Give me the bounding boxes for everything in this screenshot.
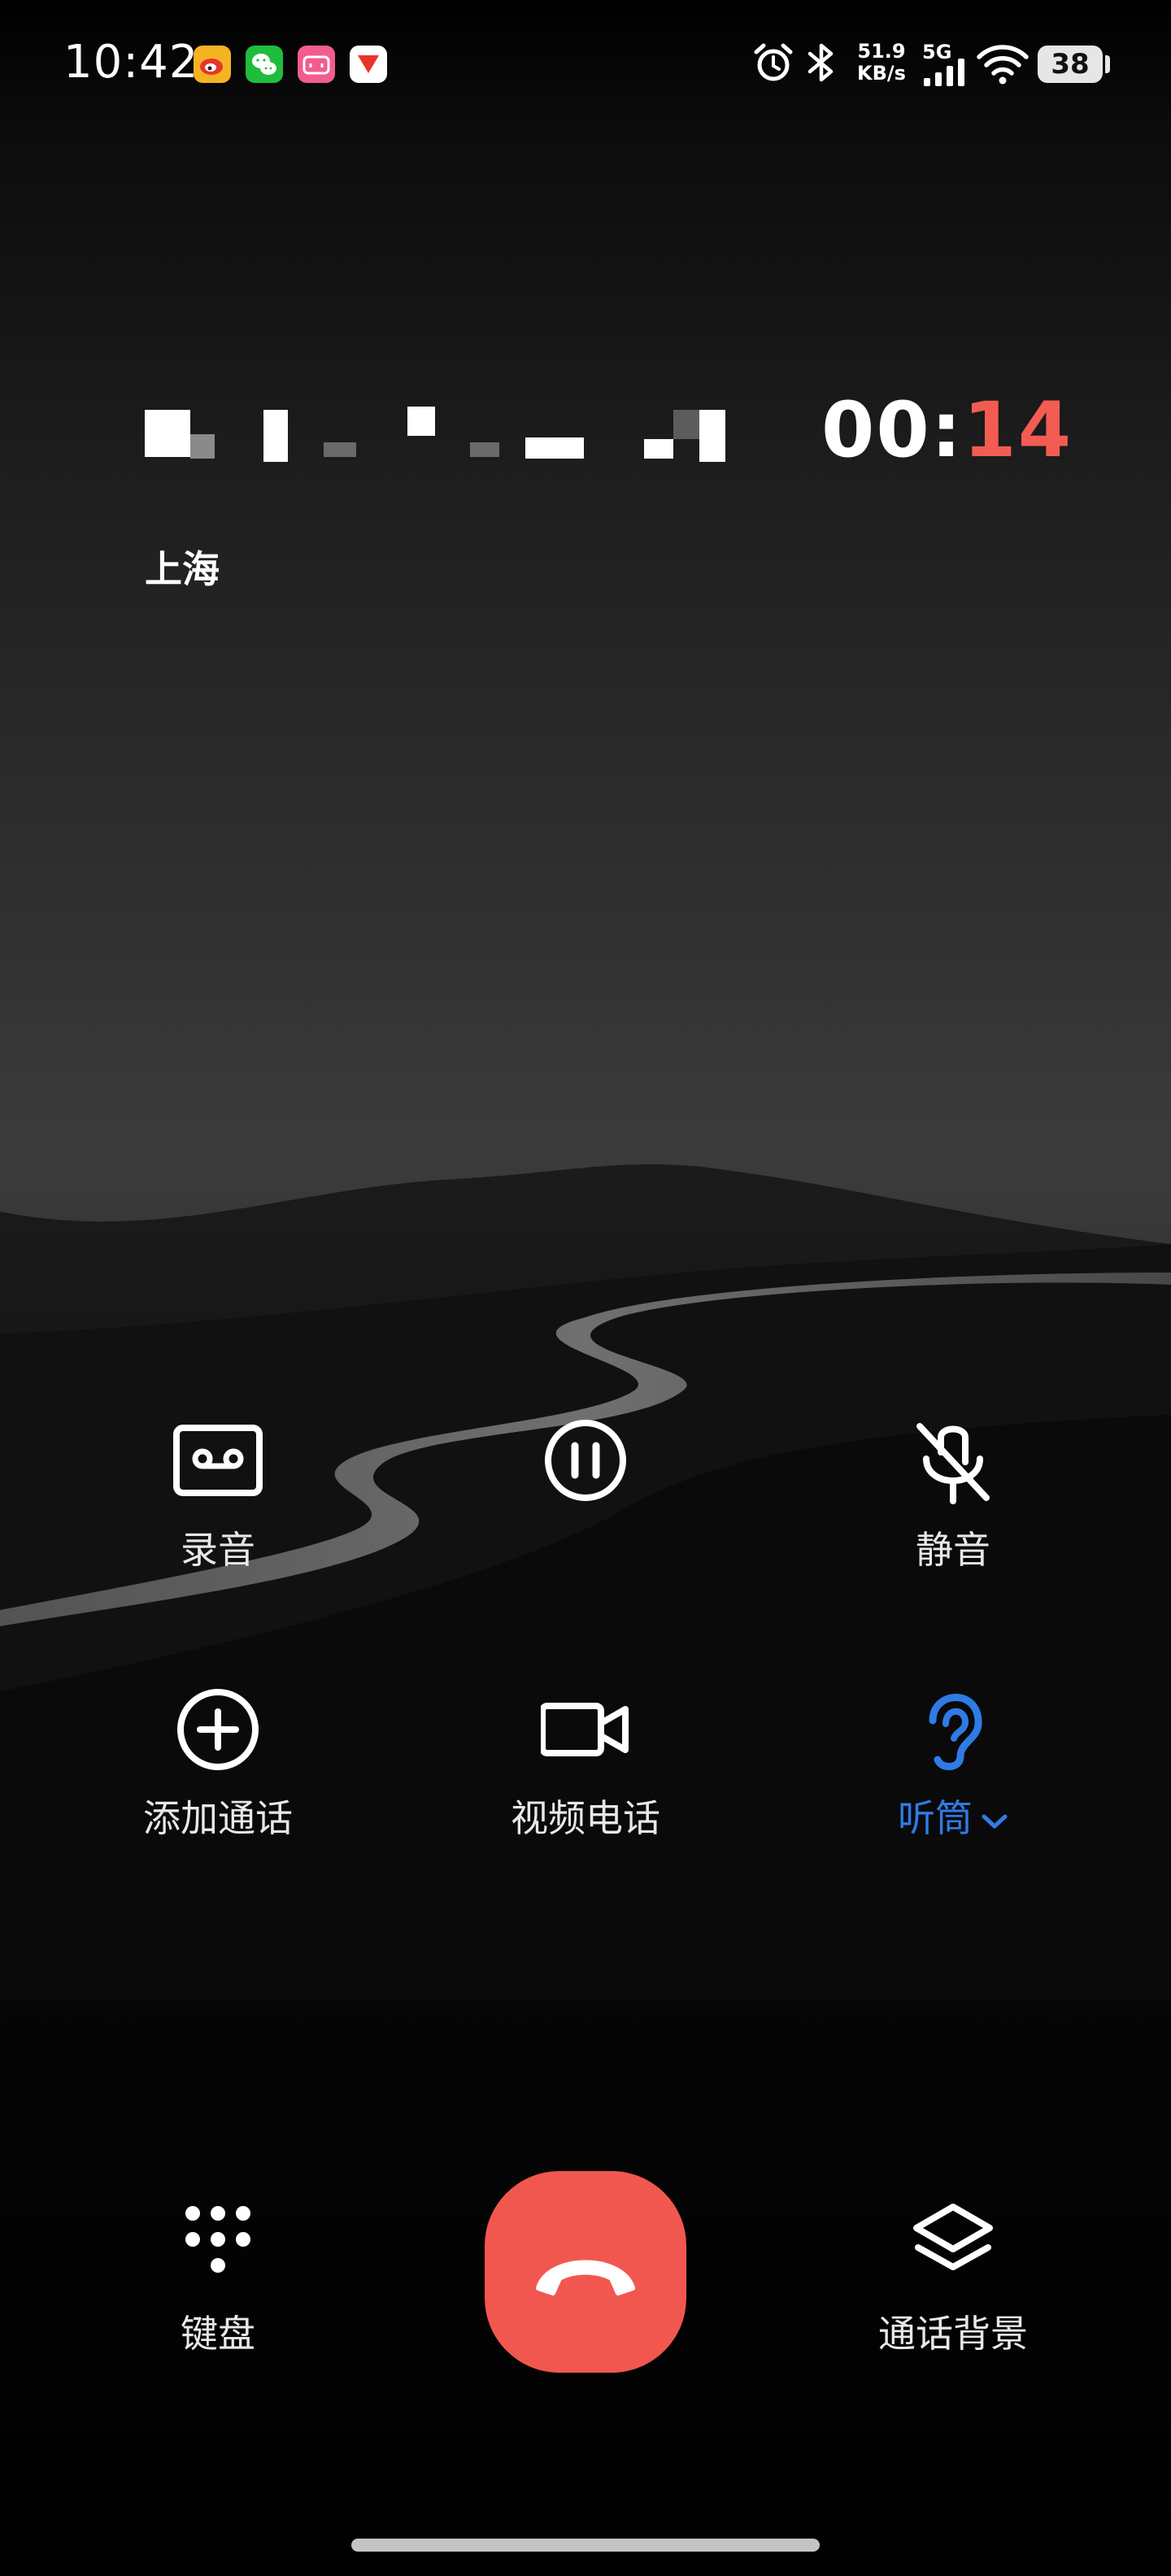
record-button[interactable]: 录音 [96, 1416, 340, 1595]
mute-label: 静音 [916, 1528, 990, 1572]
add-call-label: 添加通话 [143, 1796, 293, 1840]
bluetooth-icon [808, 43, 834, 82]
wifi-icon [977, 45, 1029, 85]
call-screen: 10:42 51.9 KB/s 5G 38 00:14 上海 录音 静音 添加通… [0, 0, 1171, 2576]
news-app-icon [350, 46, 387, 83]
pause-circle-icon [545, 1420, 626, 1501]
earpiece-label-text: 听筒 [898, 1796, 973, 1840]
dialpad-icon [185, 2206, 250, 2273]
hang-up-icon [536, 2260, 635, 2295]
bilibili-icon [298, 46, 335, 83]
video-camera-icon [541, 1703, 629, 1756]
weibo-icon [194, 46, 231, 83]
caller-number-redacted [145, 398, 730, 463]
mute-button[interactable]: 静音 [831, 1416, 1075, 1595]
chevron-down-icon [982, 1814, 1008, 1828]
battery-nub [1105, 55, 1110, 73]
hold-button[interactable] [464, 1416, 707, 1595]
record-label: 录音 [181, 1528, 255, 1572]
wechat-icon [246, 46, 283, 83]
keypad-button[interactable]: 键盘 [96, 2200, 340, 2379]
call-timer-seconds: 14 [963, 386, 1073, 475]
keypad-label: 键盘 [181, 2312, 255, 2356]
home-indicator[interactable] [351, 2539, 820, 2552]
network-speed-value: 51.9 [857, 40, 906, 63]
end-call-button[interactable] [485, 2171, 686, 2373]
layers-icon [913, 2204, 993, 2270]
earpiece-button[interactable]: 听筒 [831, 1685, 1075, 1864]
cellular-signal-icon [924, 59, 964, 86]
video-call-button[interactable]: 视频电话 [464, 1685, 707, 1864]
call-background-label: 通话背景 [878, 2312, 1028, 2356]
video-call-label: 视频电话 [511, 1796, 660, 1840]
network-speed-unit: KB/s [857, 62, 906, 85]
battery-level: 38 [1051, 48, 1090, 80]
add-call-button[interactable]: 添加通话 [96, 1685, 340, 1864]
caller-location: 上海 [145, 547, 220, 591]
battery-icon: 38 [1038, 46, 1103, 83]
cassette-record-icon [173, 1425, 263, 1496]
call-timer: 00:14 [821, 382, 1073, 480]
alarm-clock-icon [754, 43, 793, 81]
status-time: 10:42 [63, 36, 199, 89]
network-speed: 51.9 KB/s [857, 41, 906, 85]
add-circle-icon [177, 1689, 259, 1770]
status-bar: 10:42 51.9 KB/s 5G 38 [0, 0, 1171, 130]
mic-off-icon [916, 1423, 990, 1504]
call-timer-minutes: 00: [821, 386, 964, 475]
earpiece-label: 听筒 [831, 1789, 1075, 1843]
call-background-button[interactable]: 通话背景 [831, 2200, 1075, 2379]
ear-icon [929, 1694, 982, 1770]
